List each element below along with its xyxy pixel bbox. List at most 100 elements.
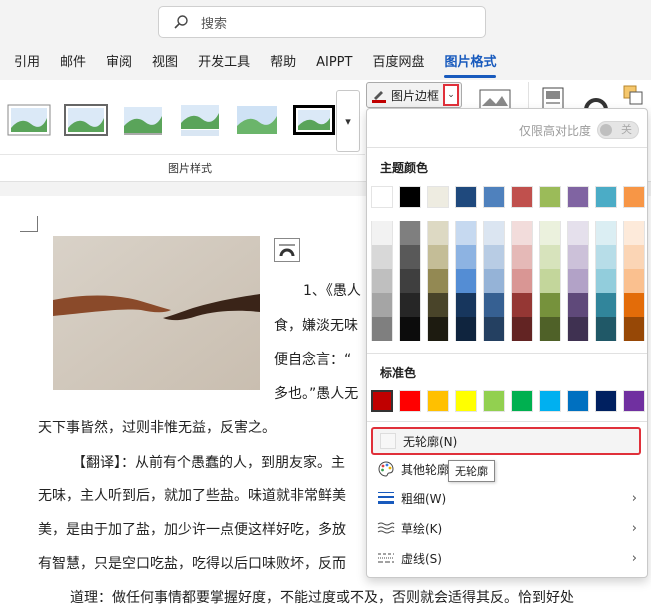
picture-border-button[interactable]: 图片边框 ⌄ (366, 82, 463, 108)
color-swatch[interactable] (399, 221, 421, 245)
color-swatch[interactable] (595, 317, 617, 341)
color-swatch[interactable] (595, 245, 617, 269)
no-outline-item[interactable]: 无轮廓(N) (371, 427, 641, 455)
more-outline-colors-item[interactable]: 其他轮廓 (371, 455, 643, 483)
color-swatch[interactable] (371, 269, 393, 293)
color-swatch[interactable] (567, 269, 589, 293)
color-swatch[interactable] (399, 269, 421, 293)
standard-color-swatch[interactable] (511, 390, 533, 412)
standard-color-swatch[interactable] (371, 390, 393, 412)
tab-picture-format[interactable]: 图片格式 (444, 50, 497, 78)
color-swatch[interactable] (623, 293, 645, 317)
color-swatch[interactable] (567, 293, 589, 317)
color-swatch[interactable] (539, 269, 561, 293)
layout-options-button[interactable] (274, 238, 300, 262)
color-swatch[interactable] (455, 221, 477, 245)
color-swatch[interactable] (539, 221, 561, 245)
tab-view[interactable]: 视图 (152, 50, 178, 78)
color-swatch[interactable] (371, 245, 393, 269)
sketched-item[interactable]: 草绘(K) › (371, 514, 643, 542)
color-swatch[interactable] (567, 245, 589, 269)
color-swatch[interactable] (427, 293, 449, 317)
standard-color-swatch[interactable] (427, 390, 449, 412)
color-swatch[interactable] (399, 317, 421, 341)
picture-style-3[interactable] (118, 100, 168, 140)
color-swatch[interactable] (483, 269, 505, 293)
color-swatch[interactable] (427, 186, 449, 208)
standard-color-swatch[interactable] (623, 390, 645, 412)
color-swatch[interactable] (539, 317, 561, 341)
color-swatch[interactable] (483, 245, 505, 269)
color-swatch[interactable] (567, 221, 589, 245)
color-swatch[interactable] (511, 317, 533, 341)
tab-help[interactable]: 帮助 (270, 50, 296, 78)
color-swatch[interactable] (595, 293, 617, 317)
color-swatch[interactable] (595, 269, 617, 293)
title-bar: 搜索 (0, 0, 651, 46)
color-swatch[interactable] (623, 221, 645, 245)
tab-mailings[interactable]: 邮件 (60, 50, 86, 78)
picture-border-dropdown[interactable]: ⌄ (443, 84, 460, 106)
color-swatch[interactable] (399, 245, 421, 269)
color-swatch[interactable] (539, 245, 561, 269)
color-swatch[interactable] (595, 221, 617, 245)
color-swatch[interactable] (511, 186, 533, 208)
more-outline-colors-label: 其他轮廓 (401, 462, 450, 477)
search-box[interactable]: 搜索 (158, 6, 486, 38)
tab-baidu-netdisk[interactable]: 百度网盘 (372, 50, 424, 78)
more-styles-button[interactable]: ▾ (336, 90, 360, 152)
tab-references[interactable]: 引用 (14, 50, 40, 78)
color-swatch[interactable] (399, 293, 421, 317)
standard-color-swatch[interactable] (539, 390, 561, 412)
color-swatch[interactable] (427, 221, 449, 245)
tab-aippt[interactable]: AIPPT (316, 50, 352, 78)
color-swatch[interactable] (455, 186, 477, 208)
tab-developer[interactable]: 开发工具 (198, 50, 250, 78)
color-swatch[interactable] (567, 317, 589, 341)
tab-review[interactable]: 审阅 (106, 50, 132, 78)
picture-style-4[interactable] (175, 100, 225, 140)
picture-style-2[interactable] (61, 100, 111, 140)
high-contrast-toggle[interactable]: 关 (597, 121, 639, 139)
picture-style-1[interactable] (4, 100, 54, 140)
color-swatch[interactable] (371, 317, 393, 341)
color-swatch[interactable] (455, 245, 477, 269)
color-swatch[interactable] (483, 293, 505, 317)
color-swatch[interactable] (595, 186, 617, 208)
standard-color-swatch[interactable] (399, 390, 421, 412)
color-swatch[interactable] (455, 317, 477, 341)
color-swatch[interactable] (539, 186, 561, 208)
color-swatch[interactable] (539, 293, 561, 317)
dashes-item[interactable]: 虚线(S) › (371, 544, 643, 572)
color-swatch[interactable] (371, 221, 393, 245)
picture-style-6[interactable] (289, 100, 339, 140)
bring-forward-icon[interactable] (622, 84, 644, 106)
color-swatch[interactable] (567, 186, 589, 208)
color-swatch[interactable] (455, 269, 477, 293)
color-swatch[interactable] (427, 245, 449, 269)
color-swatch[interactable] (483, 221, 505, 245)
color-swatch[interactable] (483, 186, 505, 208)
standard-color-swatch[interactable] (567, 390, 589, 412)
color-swatch[interactable] (511, 221, 533, 245)
weight-item[interactable]: 粗细(W) › (371, 484, 643, 512)
color-swatch[interactable] (623, 186, 645, 208)
color-swatch[interactable] (511, 245, 533, 269)
color-swatch[interactable] (483, 317, 505, 341)
color-swatch[interactable] (371, 293, 393, 317)
color-swatch[interactable] (623, 269, 645, 293)
color-swatch[interactable] (511, 293, 533, 317)
document-image-hands[interactable] (53, 236, 260, 390)
color-swatch[interactable] (427, 269, 449, 293)
color-swatch[interactable] (371, 186, 393, 208)
color-swatch[interactable] (399, 186, 421, 208)
color-swatch[interactable] (623, 317, 645, 341)
standard-color-swatch[interactable] (483, 390, 505, 412)
standard-color-swatch[interactable] (455, 390, 477, 412)
standard-color-swatch[interactable] (595, 390, 617, 412)
color-swatch[interactable] (427, 317, 449, 341)
color-swatch[interactable] (455, 293, 477, 317)
picture-style-5[interactable] (232, 100, 282, 140)
color-swatch[interactable] (623, 245, 645, 269)
color-swatch[interactable] (511, 269, 533, 293)
